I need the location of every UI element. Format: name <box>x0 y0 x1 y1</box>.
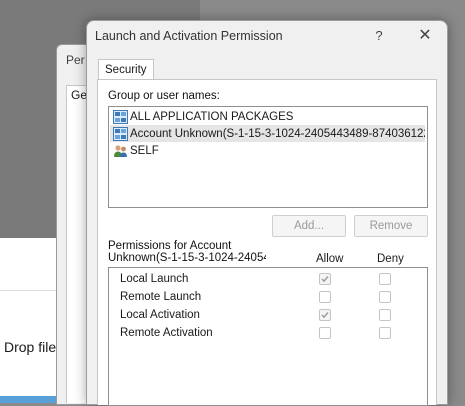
group-item-self[interactable]: SELF <box>110 142 425 159</box>
app-packages-icon <box>113 109 128 124</box>
group-list[interactable]: ALL APPLICATION PACKAGES Account Unknown… <box>108 106 428 208</box>
checkmark-icon <box>321 276 329 283</box>
local-launch-allow-checkbox[interactable] <box>319 273 331 285</box>
permission-row-remote-activation: Remote Activation <box>109 325 427 343</box>
remote-activation-allow-checkbox[interactable] <box>319 327 331 339</box>
remote-launch-allow-checkbox[interactable] <box>319 291 331 303</box>
local-launch-deny-checkbox[interactable] <box>379 273 391 285</box>
permission-row-local-activation: Local Activation <box>109 307 427 325</box>
security-tab-panel: Group or user names: ALL APPLICATION PAC… <box>97 79 437 406</box>
deny-column-header: Deny <box>377 253 404 265</box>
permission-name: Local Launch <box>120 273 189 285</box>
permissions-label: Permissions for Account Unknown(S-1-15-3… <box>108 240 268 264</box>
permissions-label-line2: Unknown(S-1-15-3-1024-2405443 <box>108 252 266 264</box>
group-item-account-unknown[interactable]: Account Unknown(S-1-15-3-1024-2405443489… <box>110 125 425 142</box>
remote-activation-deny-checkbox[interactable] <box>379 327 391 339</box>
remote-launch-deny-checkbox[interactable] <box>379 291 391 303</box>
tab-strip: Security <box>95 59 439 80</box>
permission-name: Local Activation <box>120 309 200 321</box>
app-packages-icon <box>113 126 128 141</box>
permission-row-local-launch: Local Launch <box>109 271 427 289</box>
permissions-label-line1: Permissions for Account <box>108 240 232 252</box>
launch-activation-dialog: Launch and Activation Permission ? ✕ Sec… <box>86 20 448 406</box>
tab-security[interactable]: Security <box>98 59 154 80</box>
back-dialog-title: Per <box>66 53 85 67</box>
title-bar: Launch and Activation Permission ? ✕ <box>87 21 447 51</box>
permission-name: Remote Activation <box>120 327 213 339</box>
permissions-list: Local Launch Remote Launch Local Activat… <box>108 267 428 406</box>
local-activation-deny-checkbox[interactable] <box>379 309 391 321</box>
group-name: Account Unknown(S-1-15-3-1024-2405443489… <box>130 127 425 140</box>
group-name: ALL APPLICATION PACKAGES <box>130 110 294 123</box>
group-label: Group or user names: <box>108 90 220 102</box>
group-name: SELF <box>130 144 159 157</box>
close-icon[interactable]: ✕ <box>415 26 435 46</box>
permission-name: Remote Launch <box>120 291 202 303</box>
local-activation-allow-checkbox[interactable] <box>319 309 331 321</box>
add-button[interactable]: Add... <box>272 215 346 237</box>
allow-column-header: Allow <box>316 253 344 265</box>
checkmark-icon <box>321 312 329 319</box>
users-icon <box>114 144 127 157</box>
drop-file-text: Drop file <box>4 339 57 355</box>
help-icon[interactable]: ? <box>369 26 389 46</box>
permission-row-remote-launch: Remote Launch <box>109 289 427 307</box>
remove-button[interactable]: Remove <box>354 215 428 237</box>
group-item-all-application-packages[interactable]: ALL APPLICATION PACKAGES <box>110 108 425 125</box>
dialog-title: Launch and Activation Permission <box>95 29 283 43</box>
